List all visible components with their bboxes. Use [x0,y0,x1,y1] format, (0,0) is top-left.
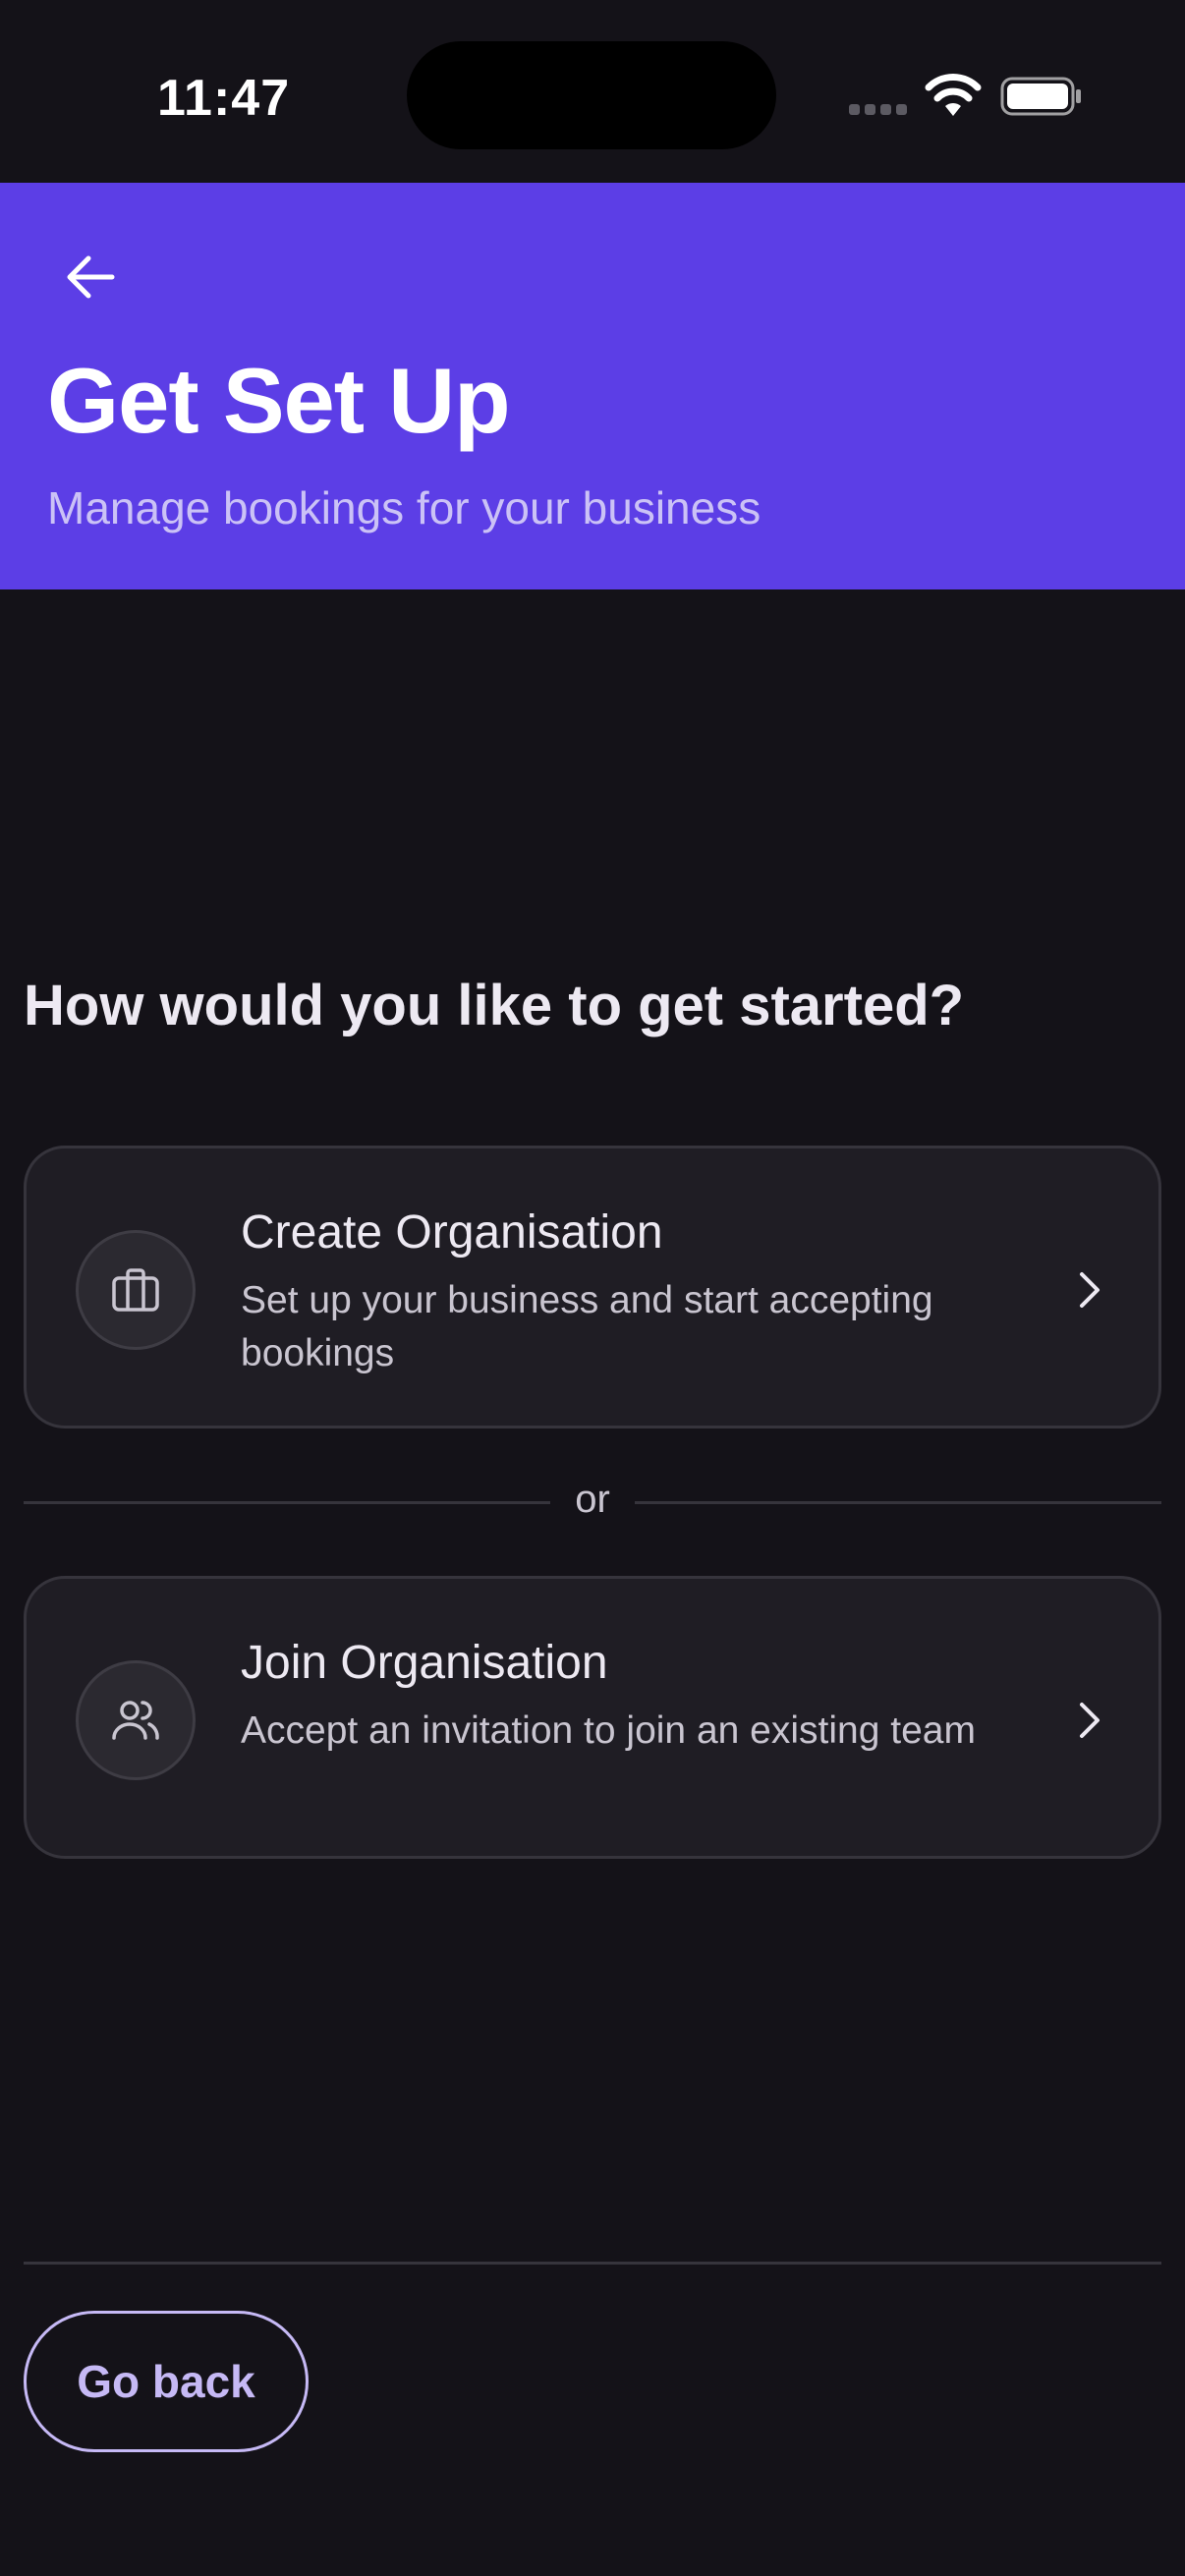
go-back-button[interactable]: Go back [24,2311,309,2452]
status-time: 11:47 [157,70,291,127]
join-organisation-title: Join Organisation [241,1637,608,1689]
battery-icon [1000,77,1081,116]
chevron-right-icon [1080,1703,1100,1738]
header: Get Set Up Manage bookings for your busi… [0,183,1185,589]
chevron-right-icon [1080,1272,1100,1308]
status-bar: 11:47 [0,0,1185,183]
arrow-left-icon[interactable] [63,250,118,305]
dynamic-island [407,41,776,149]
briefcase-icon [76,1230,196,1350]
bottom-divider [24,2262,1161,2265]
page-subtitle: Manage bookings for your business [47,482,762,533]
create-organisation-title: Create Organisation [241,1206,663,1259]
signal-dots-icon [849,104,907,115]
join-organisation-card[interactable]: Join Organisation Accept an invitation t… [24,1576,1161,1859]
users-icon [76,1660,196,1780]
screen: 11:47 Get Set Up Manage bookings for you… [0,0,1185,2576]
divider-or-text: or [575,1478,610,1521]
divider-line-left [24,1501,550,1504]
join-organisation-description: Accept an invitation to join an existing… [241,1709,976,1752]
wifi-icon [925,74,982,116]
create-organisation-card[interactable]: Create Organisation Set up your business… [24,1146,1161,1428]
page-title: Get Set Up [47,349,511,452]
question-heading: How would you like to get started? [24,974,965,1037]
divider-line-right [635,1501,1161,1504]
create-organisation-description: Set up your business and start accepting… [241,1279,933,1374]
